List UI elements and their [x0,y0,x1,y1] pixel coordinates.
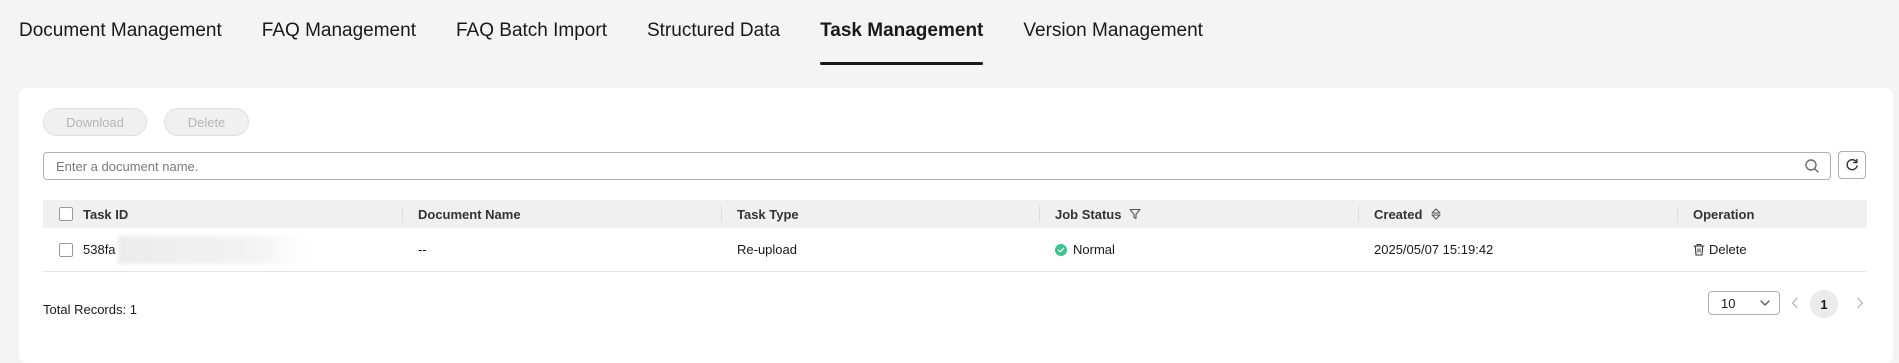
tab-structured-data[interactable]: Structured Data [647,0,780,64]
column-header-operation: Operation [1693,206,1755,222]
refresh-icon [1845,158,1859,172]
sort-icon[interactable] [1430,208,1442,220]
column-header-created: Created [1374,200,1442,228]
previous-page-button[interactable] [1788,296,1802,310]
tab-faq-batch-import[interactable]: FAQ Batch Import [456,0,607,64]
chevron-down-icon [1759,297,1771,312]
tab-document-management[interactable]: Document Management [19,0,222,64]
task-id-cell: 538fa [83,228,308,271]
task-type-cell: Re-upload [737,242,797,257]
download-button[interactable]: Download [43,108,147,136]
search-box [43,152,1831,180]
table-row: 538fa -- Re-upload Normal 2025/05/07 15:… [43,228,1867,272]
column-divider [1039,206,1040,222]
column-divider [721,206,722,222]
document-name-cell: -- [418,242,427,257]
delete-row-label: Delete [1709,242,1747,257]
column-divider [402,206,403,222]
search-input[interactable] [44,153,1804,179]
search-icon[interactable] [1804,158,1820,174]
page-size-select[interactable]: 10 [1708,291,1780,315]
job-status-value: Normal [1073,242,1115,257]
page-size-value: 10 [1721,295,1736,311]
select-all-checkbox[interactable] [59,200,73,228]
column-divider [1358,206,1359,222]
trash-icon [1693,243,1705,256]
chevron-right-icon [1857,297,1864,309]
row-checkbox[interactable] [59,228,73,271]
total-records: Total Records: 1 [43,302,137,317]
table-header: Task ID Document Name Task Type Job Stat… [43,200,1867,228]
created-cell: 2025/05/07 15:19:42 [1374,242,1494,257]
column-header-document-name: Document Name [418,206,521,222]
tab-version-management[interactable]: Version Management [1023,0,1203,64]
column-header-job-status: Job Status [1055,200,1142,228]
column-divider [1677,206,1678,222]
redacted-task-id [117,235,308,264]
status-normal-icon [1055,243,1067,256]
column-header-job-status-label: Job Status [1055,206,1122,222]
chevron-left-icon [1791,297,1798,309]
next-page-button[interactable] [1853,296,1867,310]
tab-faq-management[interactable]: FAQ Management [262,0,416,64]
delete-button[interactable]: Delete [164,108,249,136]
column-header-task-type: Task Type [737,206,799,222]
refresh-button[interactable] [1838,151,1866,179]
tab-bar: Document Management FAQ Management FAQ B… [19,0,1243,65]
page-number-current[interactable]: 1 [1810,290,1838,318]
column-header-created-label: Created [1374,206,1423,222]
task-id-value: 538fa [83,242,116,257]
tab-task-management[interactable]: Task Management [820,0,984,65]
job-status-cell: Normal [1055,228,1115,271]
delete-row-button[interactable]: Delete [1693,228,1747,271]
task-panel: Download Delete Task ID Document Name Ta… [19,88,1893,363]
column-header-task-id: Task ID [83,206,129,222]
filter-icon[interactable] [1129,208,1142,220]
